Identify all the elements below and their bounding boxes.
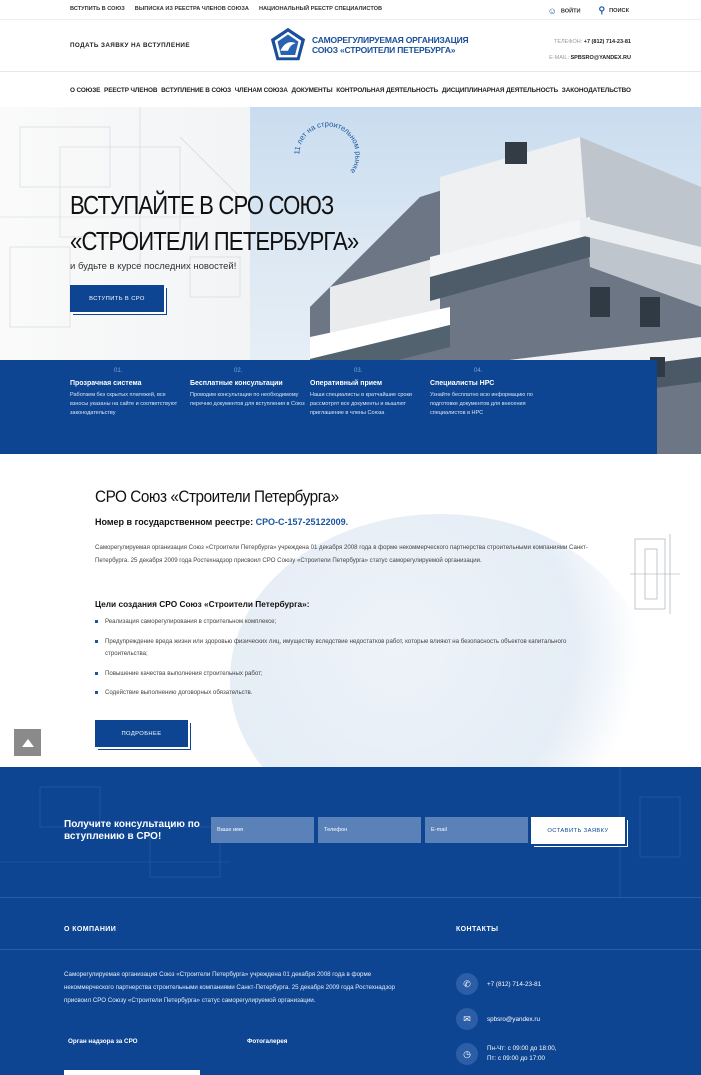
main-nav: О СОЮЗЕ РЕЕСТР ЧЛЕНОВ ВСТУПЛЕНИЕ В СОЮЗ … <box>0 72 701 108</box>
footer-contacts-heading: КОНТАКТЫ <box>456 926 499 933</box>
about-intro: Саморегулируемая организация Союз «Строи… <box>95 544 588 564</box>
footer-banner[interactable] <box>64 1070 200 1075</box>
logo-text: САМОРЕГУЛИРУЕМАЯ ОРГАНИЗАЦИЯ СОЮЗ «СТРОИ… <box>312 35 469 55</box>
nav-item-members[interactable]: ЧЛЕНАМ СОЮЗА <box>235 87 288 94</box>
email-input[interactable]: E-mail <box>425 817 528 843</box>
feature-item: 01. Прозрачная система Работаем без скры… <box>70 368 178 416</box>
svg-text:11 лет на строительном рынке: 11 лет на строительном рынке <box>292 119 362 175</box>
footer-link-gallery[interactable]: Фотогалерея <box>247 1038 287 1045</box>
header-phone[interactable]: +7 (812) 714-23-81 <box>584 39 631 45</box>
feature-item: 04. Специалисты НРС Узнайте бесплатно вс… <box>430 368 533 416</box>
join-sro-button[interactable]: ВСТУПИТЬ В СРО <box>70 285 164 312</box>
logo-emblem-icon <box>270 27 306 61</box>
site-footer: О КОМПАНИИ КОНТАКТЫ Саморегулируемая орг… <box>0 897 701 1075</box>
nav-item-registry[interactable]: РЕЕСТР ЧЛЕНОВ <box>104 87 157 94</box>
feature-item: 02. Бесплатные консультации Проводим кон… <box>190 368 305 407</box>
top-links: Вступить в союз Выписка из реестра члено… <box>70 6 382 12</box>
nav-item-documents[interactable]: ДОКУМЕНТЫ <box>292 87 333 94</box>
name-input[interactable]: Ваше имя <box>211 817 314 843</box>
nav-item-join[interactable]: ВСТУПЛЕНИЕ В СОЮЗ <box>161 87 231 94</box>
site-header: ПОДАТЬ ЗАЯВКУ НА ВСТУПЛЕНИЕ САМОРЕГУЛИРУ… <box>0 20 701 72</box>
site-logo[interactable]: САМОРЕГУЛИРУЕМАЯ ОРГАНИЗАЦИЯ СОЮЗ «СТРОИ… <box>269 26 469 64</box>
nav-item-legislation[interactable]: ЗАКОНОДАТЕЛЬСТВО <box>562 87 631 94</box>
hero-title: ВСТУПАЙТЕ В СРО СОЮЗ «СТРОИТЕЛИ ПЕТЕРБУР… <box>70 190 359 256</box>
phone-input[interactable]: Телефон <box>318 817 421 843</box>
footer-about-text: Саморегулируемая организация Союз «Строи… <box>64 971 395 1004</box>
feature-item: 03. Оперативный прием Наши специалисты в… <box>310 368 412 416</box>
top-link-national-registry[interactable]: Национальный реестр специалистов <box>259 6 382 12</box>
anniversary-stamp: 11 лет на строительном рынке <box>292 119 362 175</box>
footer-link-supervision[interactable]: Орган надзора за СРО <box>68 1038 138 1045</box>
list-item: Повышение качества выполнения строительн… <box>95 668 610 681</box>
more-button[interactable]: ПОДРОБНЕЕ <box>95 720 188 747</box>
goals-list: Реализация саморегулирования в строитель… <box>95 616 610 707</box>
about-title: СРО Союз «Строители Петербурга» <box>95 487 339 506</box>
header-contacts: ТЕЛЕФОН: +7 (812) 714-23-81 E-MAIL: SPBS… <box>549 39 631 61</box>
scroll-top-button[interactable] <box>14 729 41 756</box>
footer-about-heading: О КОМПАНИИ <box>64 926 117 933</box>
list-item: Реализация саморегулирования в строитель… <box>95 616 610 629</box>
footer-hours: ◷ Пн-Чт: с 09:00 до 18:00, Пт: с 09:00 д… <box>456 1043 557 1065</box>
submit-request-button[interactable]: ОСТАВИТЬ ЗАЯВКУ <box>531 817 625 844</box>
mail-icon: ✉ <box>456 1008 478 1030</box>
list-item: Предупреждение вреда жизни или здоровью … <box>95 636 610 661</box>
features-strip: 01. Прозрачная система Работаем без скры… <box>0 360 657 454</box>
about-section: СРО Союз «Строители Петербурга» Номер в … <box>0 454 701 767</box>
registry-number: Номер в государственном реестре: СРО-С-1… <box>95 517 349 527</box>
apply-link[interactable]: ПОДАТЬ ЗАЯВКУ НА ВСТУПЛЕНИЕ <box>67 42 190 52</box>
top-link-extract[interactable]: Выписка из реестра членов союза <box>135 6 249 12</box>
hero-subtitle: и будьте в курсе последних новостей! <box>70 261 237 272</box>
search-link[interactable]: ⚲ ПОИСК <box>599 5 629 16</box>
nav-item-about[interactable]: О СОЮЗЕ <box>70 87 100 94</box>
phone-icon: ✆ <box>456 973 478 995</box>
user-icon: ☺ <box>547 5 557 16</box>
floorplan-decoration <box>630 534 680 614</box>
registry-number-value: СРО-С-157-25122009. <box>255 517 349 527</box>
footer-email[interactable]: ✉ spbsro@yandex.ru <box>456 1008 540 1030</box>
footer-phone[interactable]: ✆ +7 (812) 714-23-81 <box>456 973 541 995</box>
consultation-form: Получите консультацию по вступлению в СР… <box>0 767 701 897</box>
chevron-up-icon <box>21 738 34 747</box>
top-bar: Вступить в союз Выписка из реестра члено… <box>0 0 701 20</box>
list-item: Содействие выполнению договорных обязате… <box>95 687 610 700</box>
goals-title: Цели создания СРО Союз «Строители Петерб… <box>95 599 310 609</box>
login-link[interactable]: ☺ ВОЙТИ <box>548 6 581 16</box>
footer-divider <box>0 949 701 950</box>
clock-icon: ◷ <box>456 1043 478 1065</box>
top-actions: ☺ ВОЙТИ ⚲ ПОИСК <box>548 5 629 16</box>
nav-item-disciplinary[interactable]: ДИСЦИПЛИНАРНАЯ ДЕЯТЕЛЬНОСТЬ <box>442 87 558 94</box>
top-link-join[interactable]: Вступить в союз <box>70 6 125 12</box>
nav-item-control[interactable]: КОНТРОЛЬНАЯ ДЕЯТЕЛЬНОСТЬ <box>336 87 438 94</box>
header-email[interactable]: SPBSRO@YANDEX.RU <box>571 55 631 61</box>
search-icon: ⚲ <box>598 5 606 15</box>
consultation-label: Получите консультацию по вступлению в СР… <box>64 819 200 842</box>
